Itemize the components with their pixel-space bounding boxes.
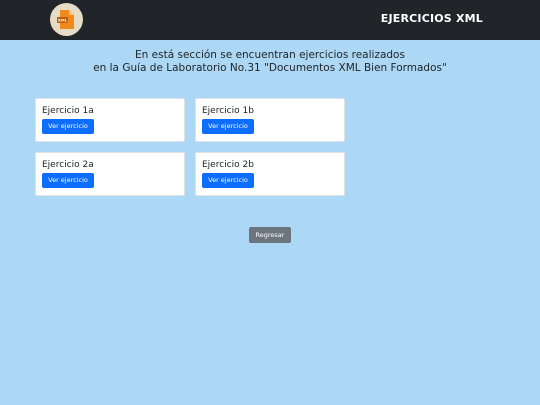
card-title: Ejercicio 1a — [42, 106, 94, 116]
navbar: XML EJERCICIOS XML — [0, 0, 540, 40]
card-title: Ejercicio 2a — [42, 160, 94, 170]
ver-ejercicio-1a-button[interactable]: Ver ejercicio — [42, 119, 94, 134]
logo-badge-text: XML — [58, 18, 68, 23]
intro-line-2: en la Guía de Laboratorio No.31 "Documen… — [93, 62, 447, 74]
intro-text: En está sección se encuentran ejercicios… — [0, 49, 540, 75]
navbar-title[interactable]: EJERCICIOS XML — [381, 12, 483, 25]
card-title: Ejercicio 1b — [202, 106, 254, 116]
card-title: Ejercicio 2b — [202, 160, 254, 170]
ver-ejercicio-2b-button[interactable]: Ver ejercicio — [202, 173, 254, 188]
regresar-button[interactable]: Regresar — [249, 227, 291, 243]
card-ejercicio-2b: Ejercicio 2b Ver ejercicio — [195, 152, 345, 196]
card-ejercicio-2a: Ejercicio 2a Ver ejercicio — [35, 152, 185, 196]
xml-file-icon[interactable]: XML — [50, 3, 83, 36]
ver-ejercicio-1b-button[interactable]: Ver ejercicio — [202, 119, 254, 134]
intro-line-1: En está sección se encuentran ejercicios… — [135, 49, 405, 61]
ver-ejercicio-2a-button[interactable]: Ver ejercicio — [42, 173, 94, 188]
card-ejercicio-1a: Ejercicio 1a Ver ejercicio — [35, 98, 185, 142]
card-ejercicio-1b: Ejercicio 1b Ver ejercicio — [195, 98, 345, 142]
